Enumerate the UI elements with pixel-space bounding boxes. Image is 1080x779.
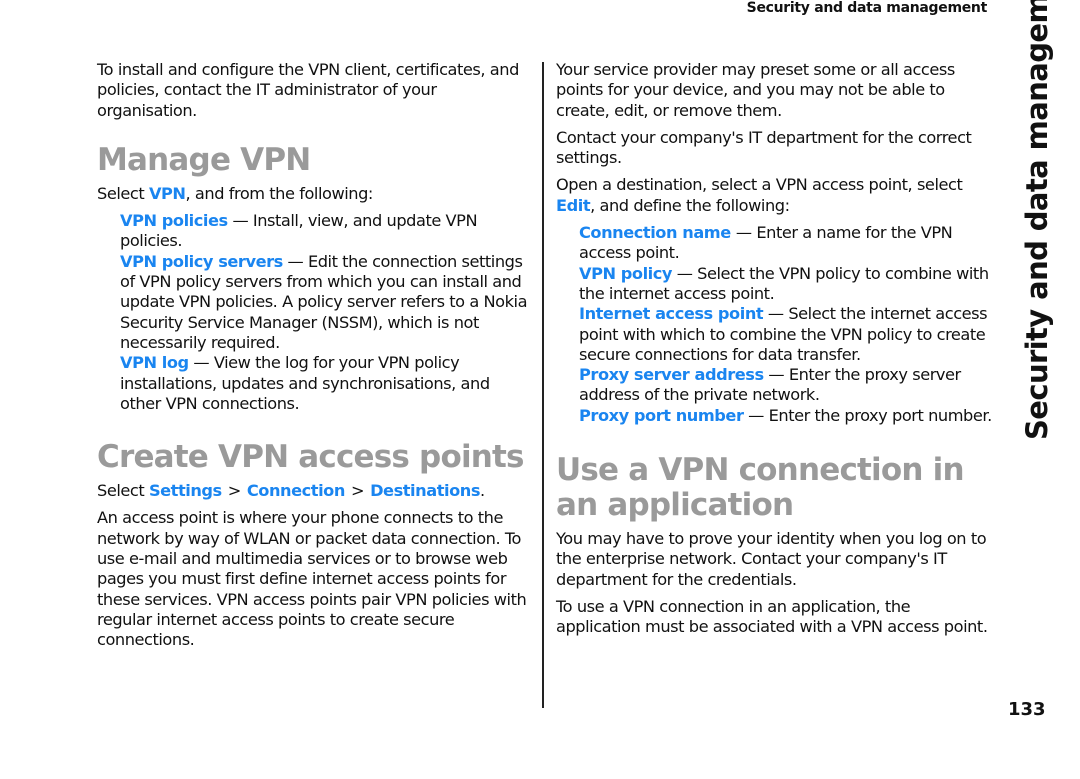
edit-paragraph: Open a destination, select a VPN access … xyxy=(556,175,996,216)
option-vpn-policy: VPN policy — Select the VPN policy to co… xyxy=(579,264,996,305)
left-column: To install and configure the VPN client,… xyxy=(97,60,535,658)
path-separator: > xyxy=(350,481,365,501)
edit-text-post: , and define the following: xyxy=(590,195,790,215)
select-text: Select xyxy=(97,481,149,501)
option-vpn-policy-servers: VPN policy servers — Edit the connection… xyxy=(120,252,535,353)
create-vpn-path: Select Settings > Connection > Destinations. xyxy=(97,481,535,501)
edit-link[interactable]: Edit xyxy=(556,196,591,215)
option-internet-access-point: Internet access point — Select the inter… xyxy=(579,304,996,365)
vpn-policy-servers-link[interactable]: VPN policy servers xyxy=(120,252,283,271)
create-vpn-heading: Create VPN access points xyxy=(97,439,525,476)
option-desc: — Enter the proxy port number. xyxy=(743,405,992,425)
option-connection-name: Connection name — Enter a name for the V… xyxy=(579,223,996,264)
contact-paragraph: Contact your company's IT department for… xyxy=(556,127,972,168)
select-text: Select xyxy=(97,183,149,203)
manage-vpn-heading: Manage VPN xyxy=(97,141,311,178)
preset-paragraph: Your service provider may preset some or… xyxy=(556,60,955,120)
access-point-options: Connection name — Enter a name for the V… xyxy=(556,223,996,426)
intro-paragraph: To install and configure the VPN client,… xyxy=(97,60,519,120)
connection-link[interactable]: Connection xyxy=(247,481,346,500)
edit-text: Open a destination, select a VPN access … xyxy=(556,175,963,195)
settings-link[interactable]: Settings xyxy=(149,481,222,500)
identity-paragraph: You may have to prove your identity when… xyxy=(556,529,987,589)
connection-name-link[interactable]: Connection name xyxy=(579,223,736,242)
vpn-policy-link[interactable]: VPN policy xyxy=(579,264,672,283)
running-head: Security and data management xyxy=(746,0,988,16)
vpn-log-link[interactable]: VPN log xyxy=(120,353,189,372)
select-text-post: , and from the following: xyxy=(185,183,374,203)
use-vpn-heading: Use a VPN connection in an application xyxy=(556,452,965,524)
application-paragraph: To use a VPN connection in an applicatio… xyxy=(556,596,988,637)
option-proxy-port-number: Proxy port number — Enter the proxy port… xyxy=(579,406,996,426)
vpn-link[interactable]: VPN xyxy=(149,184,186,203)
column-divider xyxy=(542,62,544,708)
option-proxy-server-address: Proxy server address — Enter the proxy s… xyxy=(579,365,996,406)
manage-vpn-select: Select VPN, and from the following: xyxy=(97,184,535,204)
destinations-link[interactable]: Destinations xyxy=(370,481,480,500)
proxy-port-number-link[interactable]: Proxy port number xyxy=(579,406,744,425)
option-vpn-policies: VPN policies — Install, view, and update… xyxy=(120,211,535,252)
vpn-policies-link[interactable]: VPN policies xyxy=(120,211,228,230)
right-column: Your service provider may preset some or… xyxy=(556,60,996,645)
create-vpn-body: An access point is where your phone conn… xyxy=(97,508,527,650)
page-number: 133 xyxy=(1008,699,1046,720)
path-end: . xyxy=(480,481,485,501)
manage-vpn-options: VPN policies — Install, view, and update… xyxy=(97,211,535,414)
path-separator: > xyxy=(227,481,242,501)
side-tab-label: Security and data management xyxy=(1020,0,1054,440)
side-tab: Security and data management xyxy=(1017,0,1057,440)
option-vpn-log: VPN log — View the log for your VPN poli… xyxy=(120,353,535,414)
proxy-server-address-link[interactable]: Proxy server address xyxy=(579,365,764,384)
internet-access-point-link[interactable]: Internet access point xyxy=(579,304,764,323)
